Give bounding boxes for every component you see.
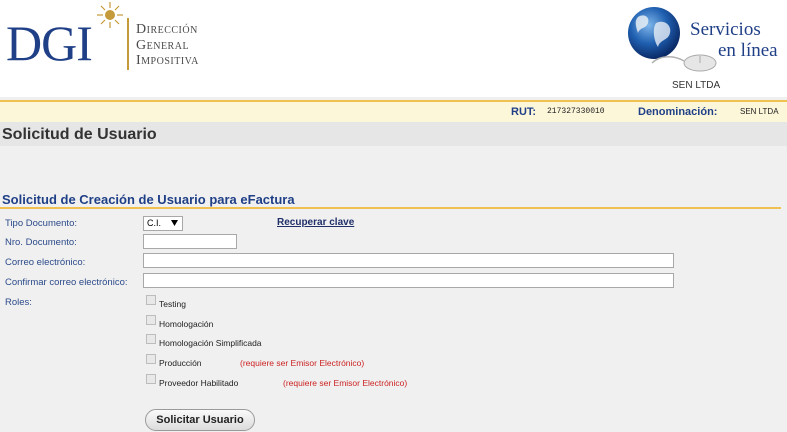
role-produccion-label: Producción: [159, 358, 202, 368]
role-proveedor-habilitado-note: (requiere ser Emisor Electrónico): [283, 378, 408, 388]
services-title: Servicios en línea: [690, 19, 778, 61]
confirmar-correo-label: Confirmar correo electrónico:: [5, 277, 128, 288]
role-homologacion-label: Homologación: [159, 319, 214, 329]
role-proveedor-habilitado-label: Proveedor Habilitado: [159, 378, 239, 388]
confirmar-correo-input[interactable]: [143, 273, 674, 288]
logo-mark: DGI: [6, 15, 93, 71]
header-username: SEN LTDA: [672, 80, 721, 91]
roles-label: Roles:: [5, 297, 32, 308]
page-title: Solicitud de Usuario: [2, 126, 157, 143]
section-divider: [0, 207, 781, 209]
logo-text: Dirección General Impositiva: [136, 22, 199, 69]
role-homologacion-simplificada-label: Homologación Simplificada: [159, 338, 262, 348]
solicitar-usuario-button[interactable]: Solicitar Usuario: [145, 409, 255, 431]
services-title-line-2: en línea: [718, 40, 778, 61]
rut-value: 217327330010: [547, 107, 605, 116]
recuperar-clave-link[interactable]: Recuperar clave: [277, 217, 354, 228]
taxpayer-info-bar: RUT: 217327330010 Denominación: SEN LTDA: [0, 102, 787, 122]
correo-input[interactable]: [143, 253, 674, 268]
tipo-documento-select[interactable]: C.I.: [143, 216, 183, 231]
sun-emblem-icon: [97, 2, 123, 28]
page-title-band: Solicitud de Usuario: [0, 122, 787, 146]
servicios-en-linea: Servicios en línea SEN LTDA: [620, 3, 787, 93]
tipo-documento-value: C.I.: [147, 218, 162, 228]
logo-line-2: General: [136, 37, 190, 53]
tipo-documento-label: Tipo Documento:: [5, 218, 77, 229]
role-produccion-checkbox[interactable]: [146, 354, 156, 364]
denominacion-label: Denominación:: [638, 106, 718, 118]
nro-documento-input[interactable]: [143, 234, 237, 249]
nro-documento-label: Nro. Documento:: [5, 237, 77, 248]
role-homologacion-checkbox[interactable]: [146, 315, 156, 325]
section-title: Solicitud de Creación de Usuario para eF…: [2, 192, 295, 207]
rut-label: RUT:: [511, 106, 537, 118]
logo-divider: [127, 18, 129, 70]
role-testing-label: Testing: [159, 299, 186, 309]
role-produccion-note: (requiere ser Emisor Electrónico): [240, 358, 365, 368]
correo-label: Correo electrónico:: [5, 257, 86, 268]
logo-line-1: Dirección: [136, 22, 198, 37]
dropdown-arrow-icon: [171, 220, 178, 226]
role-testing-checkbox[interactable]: [146, 295, 156, 305]
logo-line-3: Impositiva: [136, 53, 199, 68]
role-proveedor-habilitado-checkbox[interactable]: [146, 374, 156, 384]
role-homologacion-simplificada-checkbox[interactable]: [146, 334, 156, 344]
site-header: DGI Dirección General Impositiva Servici…: [0, 0, 787, 97]
dgi-logo[interactable]: DGI Dirección General Impositiva: [6, 0, 226, 75]
services-title-line-1: Servicios: [690, 19, 761, 40]
denominacion-value: SEN LTDA: [740, 107, 779, 116]
